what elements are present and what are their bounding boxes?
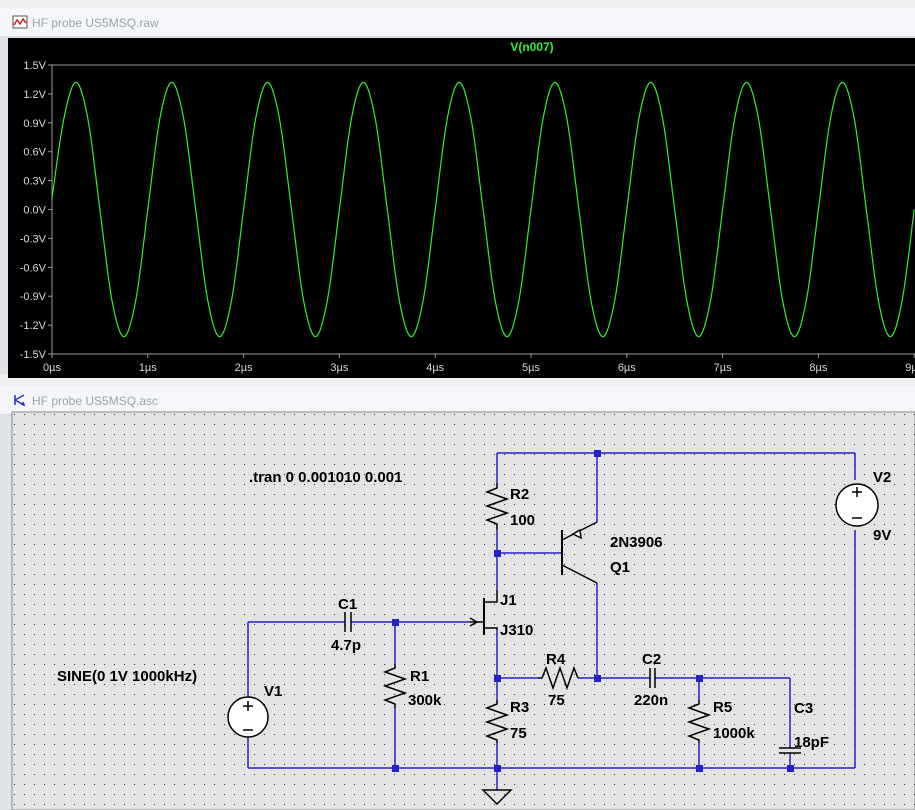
r1-value: 300k bbox=[408, 692, 442, 709]
y-tick-label: 1.5V bbox=[23, 60, 46, 72]
v2-source[interactable] bbox=[835, 483, 879, 527]
r4-value: 75 bbox=[548, 692, 565, 709]
v2-value: 9V bbox=[873, 527, 891, 544]
x-tick-label: 4µs bbox=[426, 362, 444, 374]
j1-label: J1 bbox=[500, 592, 517, 609]
r2-label: R2 bbox=[510, 486, 529, 503]
c3-value: 18pF bbox=[794, 734, 829, 751]
y-tick-label: 1.2V bbox=[23, 89, 46, 101]
x-tick-label: 5µs bbox=[522, 362, 540, 374]
schematic-window[interactable]: HF probe US5MSQ.asc .tran 0 0.001010 0.0… bbox=[0, 386, 915, 810]
x-tick-label: 8µs bbox=[809, 362, 827, 374]
x-tick-label: 9µs bbox=[905, 362, 915, 374]
c2-label: C2 bbox=[642, 651, 661, 668]
r5-value: 1000k bbox=[713, 725, 755, 742]
tran-directive[interactable]: .tran 0 0.001010 0.001 bbox=[249, 469, 402, 486]
x-tick-label: 1µs bbox=[139, 362, 157, 374]
x-tick-label: 0µs bbox=[43, 362, 61, 374]
y-tick-label: -0.9V bbox=[20, 291, 47, 303]
c1-label: C1 bbox=[338, 596, 357, 613]
y-tick-label: -1.2V bbox=[20, 320, 47, 332]
c2-value: 220n bbox=[634, 692, 668, 709]
y-tick-label: -0.6V bbox=[20, 262, 47, 274]
y-tick-label: 0.0V bbox=[23, 205, 46, 217]
j1-value: J310 bbox=[500, 622, 533, 639]
waveform-window[interactable]: HF probe US5MSQ.raw V(n007) 1.5V 1.2V 0.9V… bbox=[0, 8, 915, 378]
c3-label: C3 bbox=[794, 700, 813, 717]
x-tick-label: 6µs bbox=[618, 362, 636, 374]
y-tick-label: -1.5V bbox=[20, 349, 47, 361]
waveform-plot[interactable]: V(n007) 1.5V 1.2V 0.9V 0.6V 0.3V 0.0V -0.3V -0.… bbox=[0, 8, 915, 374]
y-tick-label: -0.3V bbox=[20, 233, 47, 245]
r4-label: R4 bbox=[546, 651, 566, 668]
trace-v-n007[interactable] bbox=[51, 81, 915, 338]
v1-source[interactable] bbox=[227, 696, 269, 738]
r5-label: R5 bbox=[713, 699, 732, 716]
r1-label: R1 bbox=[410, 668, 429, 685]
q1-label: Q1 bbox=[610, 559, 630, 576]
r3-label: R3 bbox=[510, 699, 529, 716]
y-tick-label: 0.6V bbox=[23, 147, 46, 159]
schematic-grid bbox=[12, 412, 915, 810]
y-tick-label: 0.9V bbox=[23, 118, 46, 130]
x-tick-label: 3µs bbox=[330, 362, 348, 374]
v1-label: V1 bbox=[264, 683, 282, 700]
v2-label: V2 bbox=[873, 469, 891, 486]
r2-value: 100 bbox=[510, 512, 535, 529]
x-tick-label: 2µs bbox=[235, 362, 253, 374]
r3-value: 75 bbox=[510, 725, 527, 742]
y-tick-label: 0.3V bbox=[23, 176, 46, 188]
schematic-canvas[interactable]: .tran 0 0.001010 0.001 SINE(0 1V 1000kHz… bbox=[0, 386, 915, 810]
v1-source-spec[interactable]: SINE(0 1V 1000kHz) bbox=[57, 668, 197, 685]
q1-model: 2N3906 bbox=[610, 534, 663, 551]
trace-label[interactable]: V(n007) bbox=[510, 40, 553, 54]
x-tick-label: 7µs bbox=[714, 362, 732, 374]
waveform-ticks: 1.5V 1.2V 0.9V 0.6V 0.3V 0.0V -0.3V -0.6V -0.9V -… bbox=[20, 60, 915, 374]
c1-value: 4.7p bbox=[331, 637, 361, 654]
